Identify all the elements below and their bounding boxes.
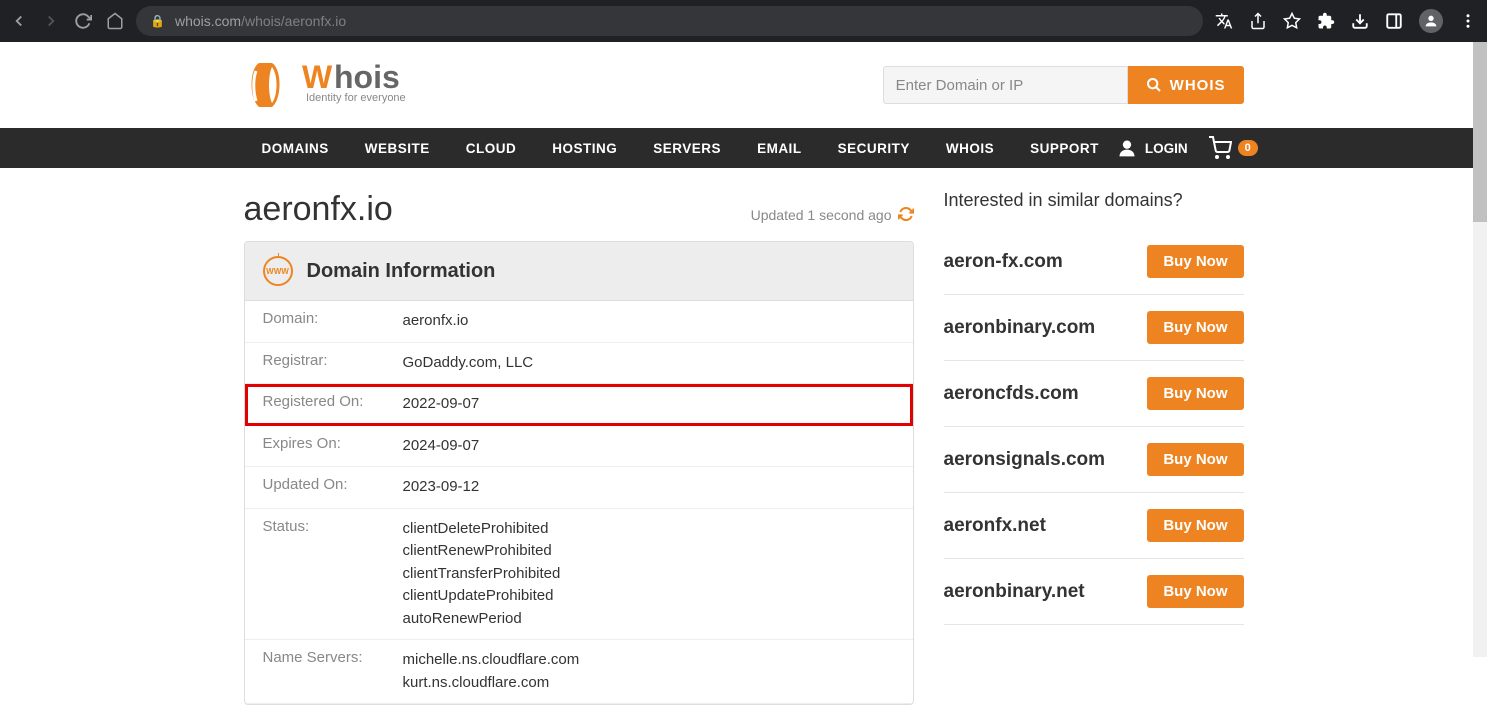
download-icon[interactable] xyxy=(1351,12,1369,30)
login-link[interactable]: LOGIN xyxy=(1117,138,1188,158)
nav-cloud[interactable]: CLOUD xyxy=(448,128,535,168)
info-label: Expires On: xyxy=(263,435,403,458)
similar-domain-row: aeron-fx.com Buy Now xyxy=(944,229,1244,295)
panel-icon[interactable] xyxy=(1385,12,1403,30)
back-icon[interactable] xyxy=(10,12,28,30)
info-label: Status: xyxy=(263,518,403,631)
share-icon[interactable] xyxy=(1249,12,1267,30)
bookmark-icon[interactable] xyxy=(1283,12,1301,30)
info-row: Domain:aeronfx.io xyxy=(245,301,913,343)
search-icon xyxy=(1146,77,1162,93)
cart-link[interactable]: 0 xyxy=(1208,136,1258,160)
site-logo[interactable]: W hois Identity for everyone xyxy=(244,56,464,114)
info-label: Registered On: xyxy=(263,393,403,416)
info-value: michelle.ns.cloudflare.comkurt.ns.cloudf… xyxy=(403,649,580,694)
info-row: Updated On:2023-09-12 xyxy=(245,467,913,509)
info-row: Registrar:GoDaddy.com, LLC xyxy=(245,343,913,385)
buy-now-button[interactable]: Buy Now xyxy=(1147,575,1243,608)
scrollbar-thumb[interactable] xyxy=(1473,42,1487,222)
home-icon[interactable] xyxy=(106,12,124,30)
whois-search-button[interactable]: WHOIS xyxy=(1128,66,1244,104)
info-label: Name Servers: xyxy=(263,649,403,694)
card-title: Domain Information xyxy=(307,260,496,283)
address-bar[interactable]: 🔒 whois.com/whois/aeronfx.io xyxy=(136,6,1203,36)
buy-now-button[interactable]: Buy Now xyxy=(1147,443,1243,476)
similar-domain-name: aeroncfds.com xyxy=(944,383,1079,405)
www-icon: WWW xyxy=(263,256,293,286)
refresh-icon[interactable] xyxy=(898,206,914,225)
extensions-icon[interactable] xyxy=(1317,12,1335,30)
sidebar-title: Interested in similar domains? xyxy=(944,190,1244,211)
similar-domain-name: aeronsignals.com xyxy=(944,449,1106,471)
similar-domain-name: aeronfx.net xyxy=(944,515,1046,537)
svg-text:hois: hois xyxy=(334,59,400,95)
info-row: Status:clientDeleteProhibitedclientRenew… xyxy=(245,509,913,641)
cart-icon xyxy=(1208,136,1232,160)
info-value: 2022-09-07 xyxy=(403,393,480,416)
url-text: whois.com/whois/aeronfx.io xyxy=(175,13,346,29)
lock-icon: 🔒 xyxy=(150,14,165,28)
similar-domain-name: aeron-fx.com xyxy=(944,251,1063,273)
profile-avatar[interactable] xyxy=(1419,9,1443,33)
similar-domain-row: aeronsignals.com Buy Now xyxy=(944,427,1244,493)
user-icon xyxy=(1117,138,1137,158)
similar-domain-row: aeronbinary.com Buy Now xyxy=(944,295,1244,361)
nav-domains[interactable]: DOMAINS xyxy=(244,128,347,168)
nav-servers[interactable]: SERVERS xyxy=(635,128,739,168)
info-row: Name Servers:michelle.ns.cloudflare.comk… xyxy=(245,640,913,704)
info-value: GoDaddy.com, LLC xyxy=(403,352,534,375)
info-value: aeronfx.io xyxy=(403,310,469,333)
domain-info-card: WWW Domain Information Domain:aeronfx.io… xyxy=(244,241,914,705)
similar-domain-row: aeronbinary.net Buy Now xyxy=(944,559,1244,625)
info-value: 2024-09-07 xyxy=(403,435,480,458)
buy-now-button[interactable]: Buy Now xyxy=(1147,311,1243,344)
nav-support[interactable]: SUPPORT xyxy=(1012,128,1117,168)
reload-icon[interactable] xyxy=(74,12,92,30)
similar-domain-name: aeronbinary.com xyxy=(944,317,1096,339)
main-nav: DOMAINS WEBSITE CLOUD HOSTING SERVERS EM… xyxy=(0,128,1487,168)
similar-domain-row: aeronfx.net Buy Now xyxy=(944,493,1244,559)
info-label: Registrar: xyxy=(263,352,403,375)
updated-label: Updated 1 second ago xyxy=(751,206,914,225)
forward-icon[interactable] xyxy=(42,12,60,30)
buy-now-button[interactable]: Buy Now xyxy=(1147,509,1243,542)
similar-domain-row: aeroncfds.com Buy Now xyxy=(944,361,1244,427)
scrollbar-track[interactable] xyxy=(1473,42,1487,657)
svg-text:W: W xyxy=(302,59,333,95)
info-value: 2023-09-12 xyxy=(403,476,480,499)
similar-domain-name: aeronbinary.net xyxy=(944,581,1085,603)
info-label: Updated On: xyxy=(263,476,403,499)
browser-toolbar: 🔒 whois.com/whois/aeronfx.io xyxy=(0,0,1487,42)
nav-whois[interactable]: WHOIS xyxy=(928,128,1012,168)
info-label: Domain: xyxy=(263,310,403,333)
nav-email[interactable]: EMAIL xyxy=(739,128,820,168)
translate-icon[interactable] xyxy=(1215,12,1233,30)
cart-count: 0 xyxy=(1238,140,1258,156)
menu-icon[interactable] xyxy=(1459,12,1477,30)
nav-website[interactable]: WEBSITE xyxy=(347,128,448,168)
nav-security[interactable]: SECURITY xyxy=(820,128,928,168)
info-row: Expires On:2024-09-07 xyxy=(245,426,913,468)
info-row: Registered On:2022-09-07 xyxy=(245,384,913,426)
search-input[interactable] xyxy=(883,66,1128,104)
nav-hosting[interactable]: HOSTING xyxy=(534,128,635,168)
info-value: clientDeleteProhibitedclientRenewProhibi… xyxy=(403,518,561,631)
buy-now-button[interactable]: Buy Now xyxy=(1147,377,1243,410)
logo-tagline: Identity for everyone xyxy=(306,92,406,104)
domain-title: aeronfx.io xyxy=(244,190,393,229)
buy-now-button[interactable]: Buy Now xyxy=(1147,245,1243,278)
